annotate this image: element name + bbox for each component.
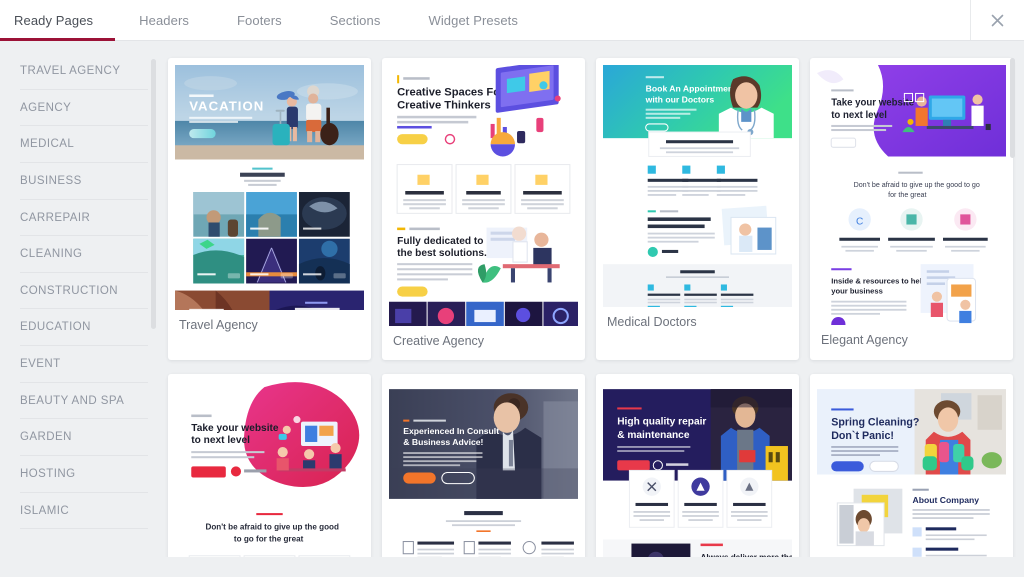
cleaning-preview: Spring Cleaning? Don`t Panic! About Comp… (817, 380, 1006, 557)
template-thumbnail: Experienced In Consult & Business Advice… (389, 380, 578, 557)
svg-text:High quality repair: High quality repair (617, 416, 706, 427)
tab-bar: Ready Pages Headers Footers Sections Wid… (0, 0, 1024, 41)
svg-text:Creative Thinkers: Creative Thinkers (397, 100, 491, 112)
content-scrollbar-thumb[interactable] (1010, 58, 1015, 158)
template-thumbnail: Spring Cleaning? Don`t Panic! About Comp… (817, 380, 1006, 557)
svg-text:Spring Cleaning?: Spring Cleaning? (831, 416, 919, 428)
category-sidebar: TRAVEL AGENCY AGENCY MEDICAL BUSINESS CA… (0, 41, 160, 557)
modal-body: TRAVEL AGENCY AGENCY MEDICAL BUSINESS CA… (0, 41, 1024, 557)
svg-text:your business: your business (831, 287, 883, 296)
template-card-car-repair[interactable]: High quality repair & maintenance (596, 373, 799, 557)
svg-text:Don`t Panic!: Don`t Panic! (831, 430, 894, 442)
sidebar-item-travel-agency[interactable]: TRAVEL AGENCY (20, 53, 148, 90)
sidebar-item-event[interactable]: EVENT (20, 346, 148, 383)
elegant-agency-preview: Take your website to next level Don't be… (817, 65, 1006, 325)
consulting-preview: Experienced In Consult & Business Advice… (389, 380, 578, 557)
svg-text:About Company: About Company (913, 495, 980, 505)
close-button[interactable] (970, 0, 1024, 40)
svg-text:C: C (856, 217, 863, 228)
svg-text:Don't be afraid to give up the: Don't be afraid to give up the good (205, 522, 339, 531)
tab-headers[interactable]: Headers (115, 0, 213, 40)
svg-text:Don't be afraid to give up the: Don't be afraid to give up the good to g… (854, 181, 980, 189)
sidebar-item-garden[interactable]: GARDEN (20, 419, 148, 457)
sidebar-item-business[interactable]: BUSINESS (20, 163, 148, 200)
creative-agency-preview: Creative Spaces For Creative Thinkers Fu… (389, 65, 578, 326)
svg-text:Always deliver more than: Always deliver more than (701, 553, 792, 557)
template-card-consulting[interactable]: Experienced In Consult & Business Advice… (382, 373, 585, 557)
tab-label: Footers (237, 12, 282, 28)
svg-text:& maintenance: & maintenance (617, 430, 690, 441)
template-thumbnail: Book An Appointment with our Doctors (603, 65, 792, 307)
svg-text:to next level: to next level (191, 435, 250, 446)
svg-text:with our Doctors: with our Doctors (645, 95, 715, 105)
svg-text:& Business Advice!: & Business Advice! (403, 437, 483, 447)
template-card-creative-agency[interactable]: Creative Spaces For Creative Thinkers Fu… (382, 58, 585, 360)
template-grid-area: VACATION Travel Agency Creative Spaces F… (160, 41, 1024, 557)
sidebar-item-cleaning[interactable]: CLEANING (20, 236, 148, 273)
tab-label: Sections (329, 12, 381, 28)
template-thumbnail: VACATION (175, 65, 364, 310)
medical-doctors-preview: Book An Appointment with our Doctors (603, 65, 792, 307)
car-repair-preview: High quality repair & maintenance (603, 380, 792, 557)
template-card-label: Travel Agency (179, 318, 258, 332)
template-card-medical-doctors[interactable]: Book An Appointment with our Doctors Med… (596, 58, 799, 360)
svg-text:for the great: for the great (888, 191, 926, 199)
template-thumbnail: Take your website to next level Don't be… (817, 65, 1006, 325)
tab-ready-pages[interactable]: Ready Pages (0, 0, 116, 41)
svg-text:to next level: to next level (831, 110, 887, 121)
template-grid: VACATION Travel Agency Creative Spaces F… (168, 58, 1013, 557)
sidebar-item-carrepair[interactable]: CARREPAIR (20, 200, 148, 237)
svg-text:Creative Spaces For: Creative Spaces For (397, 86, 505, 98)
content-scrollbar-track[interactable] (1010, 58, 1015, 546)
svg-text:Book An Appointment: Book An Appointment (646, 83, 737, 93)
tab-label: Headers (139, 12, 189, 28)
template-thumbnail: Take your website to next level Don't be… (175, 380, 364, 557)
template-thumbnail: High quality repair & maintenance (603, 380, 792, 557)
svg-text:Fully dedicated to: Fully dedicated to (397, 236, 483, 247)
template-card-travel-agency[interactable]: VACATION Travel Agency (168, 58, 371, 360)
template-card-pink-agency[interactable]: Take your website to next level Don't be… (168, 373, 371, 557)
tab-bar-spacer (542, 0, 970, 40)
svg-text:Experienced In Consult: Experienced In Consult (403, 426, 499, 436)
svg-text:VACATION: VACATION (189, 99, 264, 114)
sidebar-scrollbar-track[interactable] (151, 51, 156, 547)
tab-footers[interactable]: Footers (213, 0, 306, 40)
tab-label: Ready Pages (14, 12, 94, 28)
template-card-cleaning[interactable]: Spring Cleaning? Don`t Panic! About Comp… (810, 373, 1013, 557)
template-card-label: Elegant Agency (821, 333, 908, 347)
sidebar-item-agency[interactable]: AGENCY (20, 90, 148, 127)
template-card-label: Medical Doctors (607, 315, 697, 329)
close-icon (991, 14, 1004, 26)
travel-agency-preview: VACATION (175, 65, 364, 310)
tab-label: Widget Presets (428, 12, 518, 28)
sidebar-item-medical[interactable]: MEDICAL (20, 126, 148, 163)
svg-text:the best solutions.: the best solutions. (397, 248, 487, 259)
svg-text:Take your website: Take your website (191, 423, 279, 434)
sidebar-item-islamic[interactable]: ISLAMIC (20, 493, 148, 530)
tab-sections[interactable]: Sections (306, 0, 405, 40)
tab-widget-presets[interactable]: Widget Presets (404, 0, 542, 40)
svg-text:Take your website: Take your website (831, 98, 915, 109)
template-card-elegant-agency[interactable]: Take your website to next level Don't be… (810, 58, 1013, 360)
sidebar-item-hosting[interactable]: HOSTING (20, 456, 148, 493)
pink-agency-preview: Take your website to next level Don't be… (175, 380, 364, 557)
sidebar-scrollbar-thumb[interactable] (151, 59, 156, 329)
sidebar-item-education[interactable]: EDUCATION (20, 309, 148, 347)
template-card-label: Creative Agency (393, 334, 485, 348)
sidebar-item-construction[interactable]: CONSTRUCTION (20, 273, 148, 310)
template-thumbnail: Creative Spaces For Creative Thinkers Fu… (389, 65, 578, 326)
svg-text:to go for the great: to go for the great (234, 534, 304, 543)
sidebar-item-beauty-and-spa[interactable]: BEAUTY AND SPA (20, 383, 148, 420)
